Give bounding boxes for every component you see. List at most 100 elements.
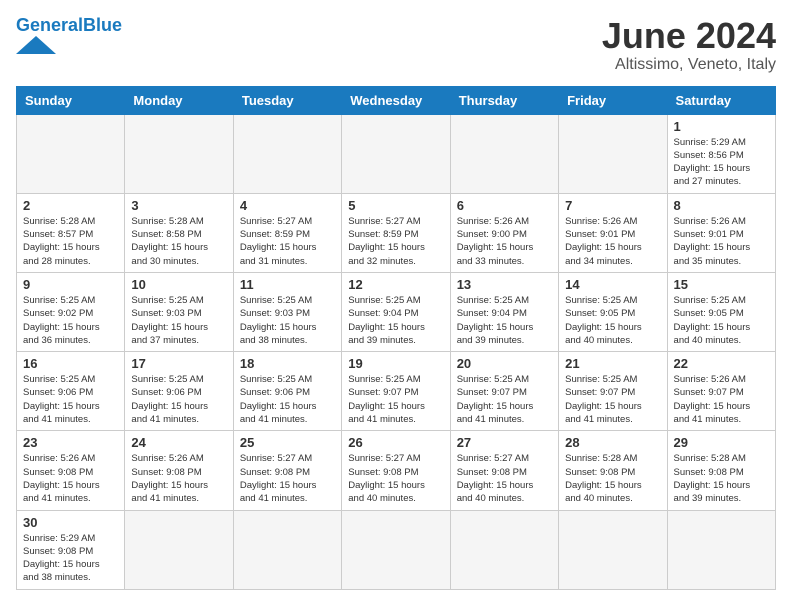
- weekday-header-wednesday: Wednesday: [342, 86, 450, 114]
- day-number: 1: [674, 119, 769, 134]
- calendar-cell: [233, 114, 341, 193]
- calendar-cell: [559, 510, 667, 589]
- calendar-week-row: 9 Sunrise: 5:25 AM Sunset: 9:02 PM Daylig…: [17, 272, 776, 351]
- day-number: 16: [23, 356, 118, 371]
- calendar-table: SundayMondayTuesdayWednesdayThursdayFrid…: [16, 86, 776, 590]
- calendar-cell: 18 Sunrise: 5:25 AM Sunset: 9:06 PM Dayli…: [233, 352, 341, 431]
- calendar-cell: 22 Sunrise: 5:26 AM Sunset: 9:07 PM Dayli…: [667, 352, 775, 431]
- day-number: 27: [457, 435, 552, 450]
- logo-icon: [16, 36, 56, 54]
- calendar-cell: 16 Sunrise: 5:25 AM Sunset: 9:06 PM Dayli…: [17, 352, 125, 431]
- calendar-cell: [125, 510, 233, 589]
- calendar-cell: [125, 114, 233, 193]
- day-number: 9: [23, 277, 118, 292]
- calendar-week-row: 1 Sunrise: 5:29 AM Sunset: 8:56 PM Daylig…: [17, 114, 776, 193]
- month-title: June 2024: [602, 16, 776, 56]
- day-number: 3: [131, 198, 226, 213]
- calendar-cell: [450, 510, 558, 589]
- day-info: Sunrise: 5:26 AM Sunset: 9:08 PM Dayligh…: [23, 452, 118, 505]
- day-number: 14: [565, 277, 660, 292]
- weekday-header-friday: Friday: [559, 86, 667, 114]
- day-number: 24: [131, 435, 226, 450]
- calendar-cell: 5 Sunrise: 5:27 AM Sunset: 8:59 PM Daylig…: [342, 193, 450, 272]
- calendar-cell: 8Sunrise: 5:26 AM Sunset: 9:01 PM Daylig…: [667, 193, 775, 272]
- calendar-cell: 25 Sunrise: 5:27 AM Sunset: 9:08 PM Dayli…: [233, 431, 341, 510]
- calendar-cell: 10Sunrise: 5:25 AM Sunset: 9:03 PM Dayli…: [125, 272, 233, 351]
- day-info: Sunrise: 5:25 AM Sunset: 9:03 PM Dayligh…: [131, 294, 226, 347]
- location-title: Altissimo, Veneto, Italy: [602, 56, 776, 74]
- day-info: Sunrise: 5:25 AM Sunset: 9:05 PM Dayligh…: [565, 294, 660, 347]
- day-info: Sunrise: 5:25 AM Sunset: 9:06 PM Dayligh…: [23, 373, 118, 426]
- calendar-cell: 1 Sunrise: 5:29 AM Sunset: 8:56 PM Daylig…: [667, 114, 775, 193]
- calendar-cell: 3Sunrise: 5:28 AM Sunset: 8:58 PM Daylig…: [125, 193, 233, 272]
- weekday-header-tuesday: Tuesday: [233, 86, 341, 114]
- day-number: 12: [348, 277, 443, 292]
- calendar-cell: 4Sunrise: 5:27 AM Sunset: 8:59 PM Daylig…: [233, 193, 341, 272]
- weekday-header-sunday: Sunday: [17, 86, 125, 114]
- calendar-cell: 2Sunrise: 5:28 AM Sunset: 8:57 PM Daylig…: [17, 193, 125, 272]
- day-info: Sunrise: 5:25 AM Sunset: 9:06 PM Dayligh…: [240, 373, 335, 426]
- weekday-header-thursday: Thursday: [450, 86, 558, 114]
- day-info: Sunrise: 5:25 AM Sunset: 9:02 PM Dayligh…: [23, 294, 118, 347]
- calendar-week-row: 23 Sunrise: 5:26 AM Sunset: 9:08 PM Dayli…: [17, 431, 776, 510]
- logo-general: General: [16, 15, 83, 35]
- day-info: Sunrise: 5:25 AM Sunset: 9:07 PM Dayligh…: [565, 373, 660, 426]
- calendar-cell: 30Sunrise: 5:29 AM Sunset: 9:08 PM Dayli…: [17, 510, 125, 589]
- weekday-header-monday: Monday: [125, 86, 233, 114]
- day-info: Sunrise: 5:29 AM Sunset: 8:56 PM Dayligh…: [674, 136, 769, 189]
- calendar-cell: [667, 510, 775, 589]
- calendar-cell: 21 Sunrise: 5:25 AM Sunset: 9:07 PM Dayli…: [559, 352, 667, 431]
- day-number: 7: [565, 198, 660, 213]
- day-number: 30: [23, 515, 118, 530]
- calendar-cell: 17Sunrise: 5:25 AM Sunset: 9:06 PM Dayli…: [125, 352, 233, 431]
- calendar-cell: 28Sunrise: 5:28 AM Sunset: 9:08 PM Dayli…: [559, 431, 667, 510]
- calendar-cell: 20 Sunrise: 5:25 AM Sunset: 9:07 PM Dayli…: [450, 352, 558, 431]
- calendar-cell: [342, 114, 450, 193]
- day-info: Sunrise: 5:26 AM Sunset: 9:00 PM Dayligh…: [457, 215, 552, 268]
- calendar-cell: [233, 510, 341, 589]
- day-info: Sunrise: 5:27 AM Sunset: 8:59 PM Dayligh…: [240, 215, 335, 268]
- day-number: 11: [240, 277, 335, 292]
- day-number: 18: [240, 356, 335, 371]
- day-info: Sunrise: 5:27 AM Sunset: 8:59 PM Dayligh…: [348, 215, 443, 268]
- title-area: June 2024 Altissimo, Veneto, Italy: [602, 16, 776, 74]
- weekday-header-row: SundayMondayTuesdayWednesdayThursdayFrid…: [17, 86, 776, 114]
- day-info: Sunrise: 5:28 AM Sunset: 9:08 PM Dayligh…: [565, 452, 660, 505]
- day-number: 26: [348, 435, 443, 450]
- day-number: 23: [23, 435, 118, 450]
- weekday-header-saturday: Saturday: [667, 86, 775, 114]
- calendar-cell: [559, 114, 667, 193]
- day-info: Sunrise: 5:27 AM Sunset: 9:08 PM Dayligh…: [240, 452, 335, 505]
- day-number: 8: [674, 198, 769, 213]
- day-info: Sunrise: 5:25 AM Sunset: 9:07 PM Dayligh…: [348, 373, 443, 426]
- day-info: Sunrise: 5:25 AM Sunset: 9:07 PM Dayligh…: [457, 373, 552, 426]
- calendar-cell: 15Sunrise: 5:25 AM Sunset: 9:05 PM Dayli…: [667, 272, 775, 351]
- calendar-cell: 29Sunrise: 5:28 AM Sunset: 9:08 PM Dayli…: [667, 431, 775, 510]
- day-info: Sunrise: 5:25 AM Sunset: 9:04 PM Dayligh…: [457, 294, 552, 347]
- day-number: 13: [457, 277, 552, 292]
- calendar-cell: 7 Sunrise: 5:26 AM Sunset: 9:01 PM Daylig…: [559, 193, 667, 272]
- day-number: 6: [457, 198, 552, 213]
- calendar-cell: 14 Sunrise: 5:25 AM Sunset: 9:05 PM Dayli…: [559, 272, 667, 351]
- calendar-cell: 12 Sunrise: 5:25 AM Sunset: 9:04 PM Dayli…: [342, 272, 450, 351]
- logo-text: GeneralBlue: [16, 16, 122, 34]
- day-number: 21: [565, 356, 660, 371]
- day-number: 22: [674, 356, 769, 371]
- day-number: 20: [457, 356, 552, 371]
- page-header: GeneralBlue June 2024 Altissimo, Veneto,…: [16, 16, 776, 74]
- day-number: 17: [131, 356, 226, 371]
- day-info: Sunrise: 5:25 AM Sunset: 9:03 PM Dayligh…: [240, 294, 335, 347]
- day-number: 5: [348, 198, 443, 213]
- day-info: Sunrise: 5:25 AM Sunset: 9:04 PM Dayligh…: [348, 294, 443, 347]
- day-info: Sunrise: 5:26 AM Sunset: 9:07 PM Dayligh…: [674, 373, 769, 426]
- calendar-week-row: 16 Sunrise: 5:25 AM Sunset: 9:06 PM Dayli…: [17, 352, 776, 431]
- calendar-cell: 19Sunrise: 5:25 AM Sunset: 9:07 PM Dayli…: [342, 352, 450, 431]
- day-number: 25: [240, 435, 335, 450]
- calendar-cell: [17, 114, 125, 193]
- calendar-week-row: 30Sunrise: 5:29 AM Sunset: 9:08 PM Dayli…: [17, 510, 776, 589]
- calendar-cell: 13 Sunrise: 5:25 AM Sunset: 9:04 PM Dayli…: [450, 272, 558, 351]
- day-number: 29: [674, 435, 769, 450]
- day-info: Sunrise: 5:26 AM Sunset: 9:01 PM Dayligh…: [565, 215, 660, 268]
- logo: GeneralBlue: [16, 16, 122, 54]
- day-info: Sunrise: 5:28 AM Sunset: 8:57 PM Dayligh…: [23, 215, 118, 268]
